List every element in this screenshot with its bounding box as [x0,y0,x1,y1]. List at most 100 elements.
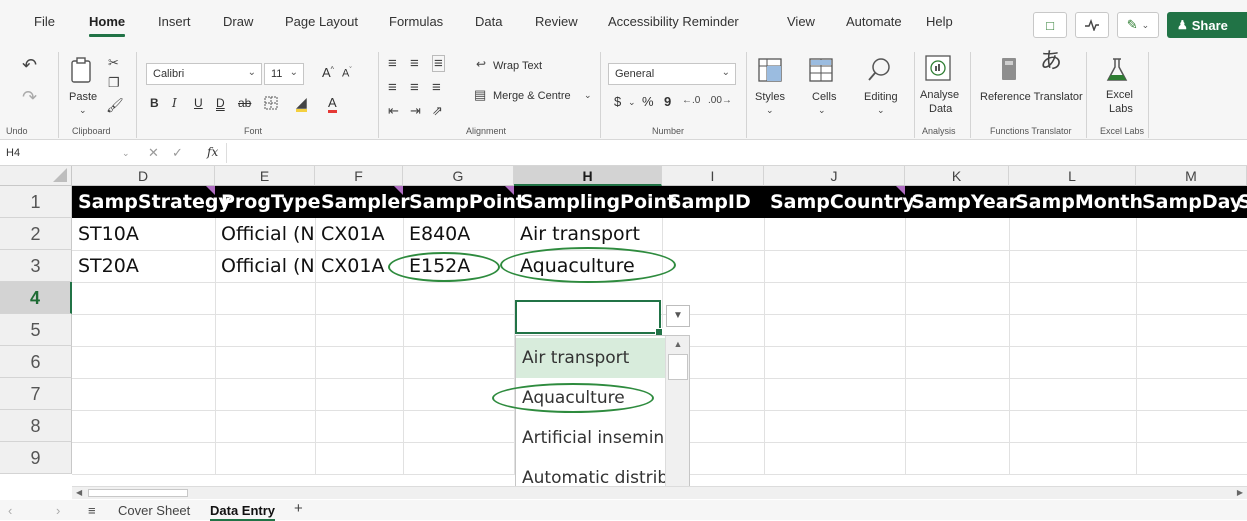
prev-sheet-icon[interactable]: ‹ [8,503,12,518]
align-left-icon[interactable]: ≡ [388,80,397,95]
scroll-thumb[interactable] [668,354,688,380]
cell-d3[interactable]: ST20A [72,250,215,282]
tab-home[interactable]: Home [89,14,126,37]
excel-labs-label-2[interactable]: Labs [1109,103,1133,115]
tab-data[interactable]: Data [475,14,502,29]
excel-labs-label-1[interactable]: Excel [1106,89,1133,101]
tab-help[interactable]: Help [926,14,953,29]
cell-f2[interactable]: CX01A [315,218,403,250]
row-header-5[interactable]: 5 [0,314,72,346]
cell-i1[interactable]: SampID [662,186,751,218]
font-name-select[interactable]: Calibri ⌄ [146,63,262,85]
grow-font-button[interactable]: A^ [322,65,334,80]
wrap-text-button[interactable]: Wrap Text [493,60,542,72]
cell-h1[interactable]: SamplingPoint [514,186,676,218]
flask-icon[interactable] [1103,56,1131,84]
paste-icon[interactable] [68,56,96,84]
tab-view[interactable]: View [787,14,815,29]
cells-button[interactable]: Cells [812,91,836,103]
font-size-select[interactable]: 11 ⌄ [264,63,304,85]
cell-n1[interactable]: S [1232,186,1247,218]
column-header-m[interactable]: M [1136,166,1247,186]
align-center-icon[interactable]: ≡ [410,80,419,95]
strikethrough-button[interactable]: ab [238,96,251,110]
percent-button[interactable]: % [642,94,654,109]
cell-m1[interactable]: SampDay [1136,186,1242,218]
tab-page-layout[interactable]: Page Layout [285,14,358,29]
cell-e2[interactable]: Official (N [215,218,315,250]
sheet-tab-data-entry[interactable]: Data Entry [210,503,276,521]
copy-icon[interactable]: ❐ [108,76,120,89]
horizontal-scrollbar[interactable]: ◀ ▶ [72,486,1247,499]
column-header-l[interactable]: L [1009,166,1136,186]
share-button[interactable]: ♟ Share [1167,12,1247,38]
column-header-j[interactable]: J [764,166,905,186]
double-underline-button[interactable]: D [216,96,225,110]
cell-j1[interactable]: SampCountry [764,186,915,218]
row-header-9[interactable]: 9 [0,442,72,474]
comment-indicator[interactable] [206,186,215,195]
column-header-k[interactable]: K [905,166,1009,186]
fill-color-icon[interactable]: ◢ [296,95,307,112]
cell-g3[interactable]: E152A [403,250,514,282]
comment-indicator[interactable] [505,186,514,195]
number-format-select[interactable]: General ⌄ [608,63,736,85]
styles-icon[interactable] [756,56,784,84]
dropdown-scrollbar[interactable]: ▲ [665,336,689,486]
tab-draw[interactable]: Draw [223,14,253,29]
scroll-right-icon[interactable]: ▶ [1237,488,1243,497]
comments-button[interactable]: □ [1033,12,1067,38]
styles-button[interactable]: Styles [755,91,785,103]
cell-e3[interactable]: Official (N [215,250,315,282]
active-cell-h4[interactable] [515,300,663,336]
activity-button[interactable] [1075,12,1109,38]
align-bottom-icon[interactable]: ≡ [432,55,445,72]
scroll-left-icon[interactable]: ◀ [76,488,82,497]
sheet-tab-cover-sheet[interactable]: Cover Sheet [118,503,190,518]
increase-decimal-icon[interactable]: ←.0 [682,96,700,106]
row-header-8[interactable]: 8 [0,410,72,442]
column-header-g[interactable]: G [403,166,514,186]
comment-indicator[interactable] [896,186,905,195]
comment-indicator[interactable] [394,186,403,195]
tab-formulas[interactable]: Formulas [389,14,443,29]
font-color-button[interactable]: A [328,95,337,113]
cell-e1[interactable]: ProgType [215,186,321,218]
increase-indent-icon[interactable]: ⇥ [410,104,421,117]
align-top-icon[interactable]: ≡ [388,56,397,71]
shrink-font-button[interactable]: Aˇ [342,67,352,80]
cell-k1[interactable]: SampYear [905,186,1018,218]
chevron-down-icon[interactable]: ⌄ [818,106,826,115]
dropdown-option[interactable]: Artificial insemina [516,418,666,458]
chevron-down-icon[interactable]: ⌄ [79,106,87,115]
cells-icon[interactable] [807,56,835,84]
row-header-4[interactable]: 4 [0,282,72,314]
chevron-down-icon[interactable]: ⌄ [877,106,885,115]
editing-button[interactable]: Editing [864,91,898,103]
row-header-6[interactable]: 6 [0,346,72,378]
scroll-up-icon[interactable]: ▲ [666,336,689,352]
column-header-i[interactable]: I [662,166,764,186]
row-header-3[interactable]: 3 [0,250,72,282]
align-middle-icon[interactable]: ≡ [410,56,419,71]
reference-translator-button[interactable]: Reference Translator [980,91,1083,103]
tab-accessibility-reminder[interactable]: Accessibility Reminder [608,14,739,29]
cut-icon[interactable]: ✂ [108,56,119,69]
cell-l1[interactable]: SampMonth [1009,186,1143,218]
chevron-down-icon[interactable]: ⌄ [628,98,636,107]
orientation-icon[interactable]: ⇗ [432,104,443,117]
paste-label[interactable]: Paste [69,91,97,103]
dropdown-option[interactable]: Automatic distribu [516,458,666,486]
tab-review[interactable]: Review [535,14,578,29]
add-sheet-button[interactable]: + [294,500,303,517]
cell-h3[interactable]: Aquaculture [514,250,674,282]
analyse-data-label-1[interactable]: Analyse [920,89,959,101]
cancel-icon[interactable]: ✕ [148,145,159,161]
analyse-data-label-2[interactable]: Data [929,103,952,115]
dropdown-option[interactable]: Aquaculture [516,378,666,418]
comma-style-button[interactable]: 9 [664,94,671,109]
cell-g2[interactable]: E840A [403,218,514,250]
cell-h2[interactable]: Air transport [514,218,674,250]
decrease-indent-icon[interactable]: ⇤ [388,104,399,117]
editing-mode-button[interactable]: ✎ ⌄ [1117,12,1159,38]
